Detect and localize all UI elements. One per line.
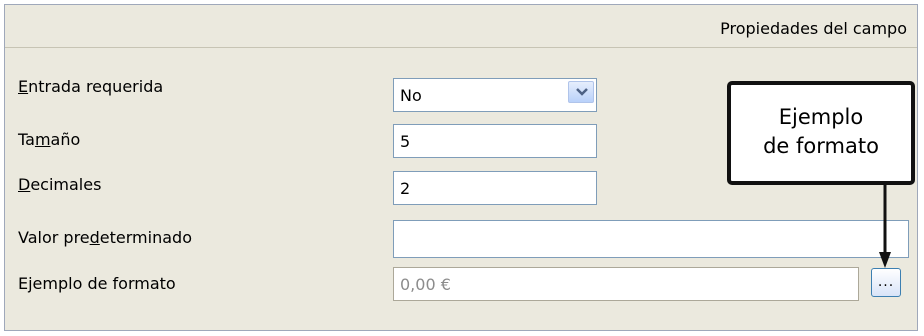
label-decimales: Decimales [18,175,102,194]
callout-line-2: de formato [763,134,879,158]
chevron-down-icon [576,88,588,96]
callout-arrow-icon [879,182,891,268]
valor-predeterminado-field[interactable] [393,220,909,258]
browse-button-label: ... [877,274,895,290]
label-entrada-requerida: Entrada requerida [18,77,164,96]
label-valor-predeterminado: Valor predeterminado [18,228,192,247]
callout-line-1: Ejemplo [778,105,864,129]
accesskey-d2: d [89,228,100,247]
ejemplo-de-formato-field: 0,00 € [393,267,859,301]
panel-title: Propiedades del campo [720,19,907,38]
accesskey-d: D [18,175,31,194]
ejemplo-de-formato-value: 0,00 € [400,275,451,294]
dropdown-button[interactable] [568,81,594,103]
callout-text: Ejemplo de formato [731,103,911,161]
tamano-value: 5 [400,132,411,151]
panel-header: Propiedades del campo [5,5,917,48]
label-ejemplo-de-formato: Ejemplo de formato [18,274,176,293]
entrada-requerida-value: No [400,86,422,105]
accesskey-e: E [18,77,29,96]
decimales-field[interactable]: 2 [393,171,597,205]
entrada-requerida-select[interactable]: No [393,78,597,112]
accesskey-m: m [34,130,51,149]
callout-box: Ejemplo de formato [727,81,915,185]
format-browse-button[interactable]: ... [871,268,901,297]
decimales-value: 2 [400,179,411,198]
label-tamano: Tamaño [18,130,81,149]
tamano-field[interactable]: 5 [393,124,597,158]
